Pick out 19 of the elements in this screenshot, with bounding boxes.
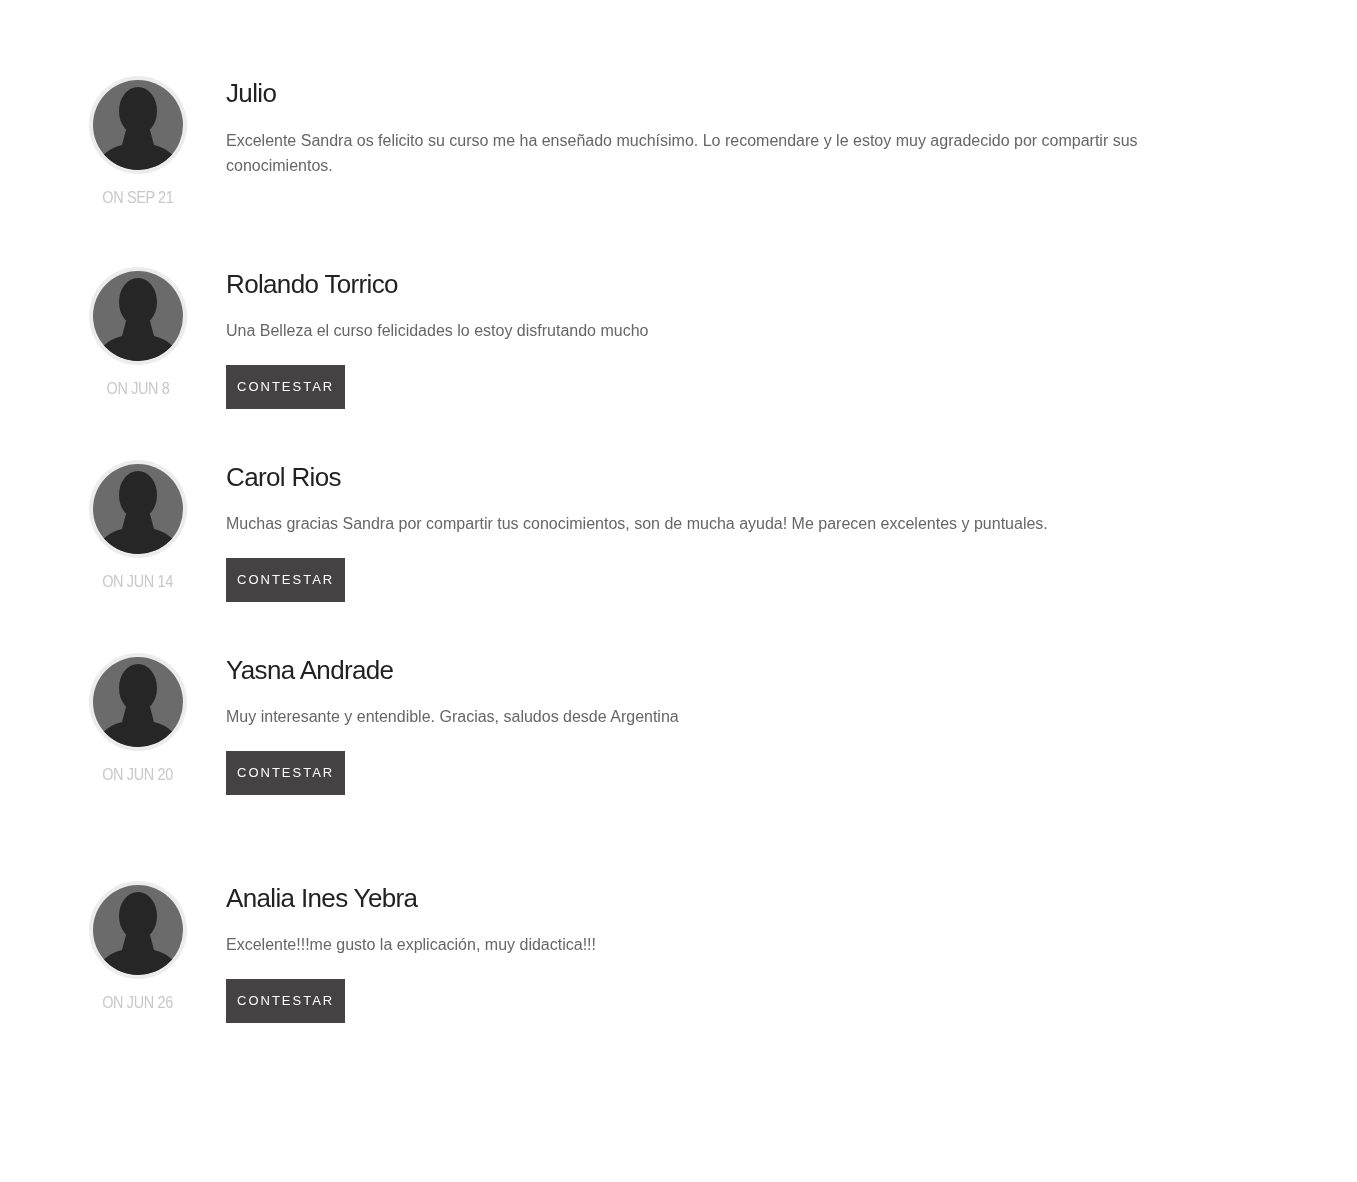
comment-text: Muchas gracias Sandra por compartir tus conocimientos, son de mucha ayuda! Me parecen excelentes y puntuales. xyxy=(226,514,1048,534)
commenter-name: Julio xyxy=(226,77,277,110)
avatar-icon xyxy=(88,458,188,559)
reply-button[interactable]: CONTESTAR xyxy=(226,558,346,602)
commenter-name: Analia Ines Yebra xyxy=(226,881,418,914)
reply-button[interactable]: CONTESTAR xyxy=(226,751,346,795)
comment-text: Una Belleza el curso felicidades lo estoy disfrutando mucho xyxy=(226,321,649,341)
reply-button[interactable]: CONTESTAR xyxy=(226,979,346,1023)
commenter-name: Carol Rios xyxy=(226,460,341,493)
comment-text: Excelente!!!me gusto la explicación, muy didactica!!! xyxy=(226,935,596,955)
commenter-name: Rolando Torrico xyxy=(226,267,398,300)
reply-button[interactable]: CONTESTAR xyxy=(226,365,346,409)
avatar-icon xyxy=(88,879,188,980)
avatar-icon xyxy=(88,75,188,175)
avatar-icon xyxy=(88,651,188,752)
commenter-name: Yasna Andrade xyxy=(226,653,394,686)
avatar-icon xyxy=(88,265,188,366)
comment-text: Excelente Sandra os felicito su curso me ha enseñado muchísimo. Lo recomendare y le estoy muy agradecido por compartir sus conocimientos. xyxy=(226,130,1139,176)
comment-text: Muy interesante y entendible. Gracias, saludos desde Argentina xyxy=(226,707,679,727)
